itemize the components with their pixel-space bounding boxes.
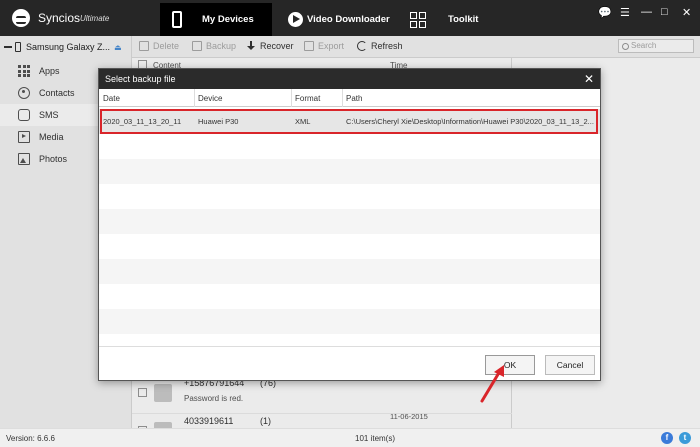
item-count: 101 item(s) [355,434,396,443]
dialog-title: Select backup file [105,74,176,84]
dialog-close-icon[interactable]: ✕ [584,72,594,86]
menu-icon[interactable]: ☰ [620,6,630,19]
tab-my-devices-label: My Devices [202,14,254,25]
select-backup-dialog: Select backup file ✕ Date Device Format … [98,68,601,381]
table-row-empty [99,234,600,259]
maximize-icon[interactable]: □ [661,6,668,18]
app-edition: Ultimate [80,14,110,23]
selection-highlight-box [100,109,598,134]
toolkit-grid-icon [410,11,426,28]
table-row-empty [99,184,600,209]
date-column-header[interactable]: Date [103,94,120,103]
phone-icon [172,11,182,28]
cancel-button[interactable]: Cancel [545,355,595,375]
table-row-empty [99,334,600,347]
tab-toolkit[interactable]: Toolkit [402,3,514,36]
table-row-empty [99,209,600,234]
path-column-header[interactable]: Path [346,94,362,103]
window-close-icon[interactable]: ✕ [682,6,691,19]
syncios-logo-icon [12,9,30,27]
table-row-empty [99,284,600,309]
tab-my-devices[interactable]: My Devices [160,3,272,36]
table-row-empty [99,134,600,159]
version-label: Version: 6.6.6 [6,434,55,443]
title-bar: Syncios Ultimate My Devices Video Downlo… [0,0,700,36]
status-bar: Version: 6.6.6 101 item(s) f t [0,428,700,447]
tab-toolkit-label: Toolkit [448,14,479,25]
table-row-empty [99,159,600,184]
device-column-header[interactable]: Device [198,94,222,103]
twitter-icon[interactable]: t [679,432,691,444]
play-icon [288,12,303,27]
app-name: Syncios [38,11,81,25]
table-row-empty [99,309,600,334]
format-column-header[interactable]: Format [295,94,320,103]
annotation-arrow-icon [480,365,504,403]
dialog-title-bar: Select backup file ✕ [99,69,600,89]
facebook-icon[interactable]: f [661,432,673,444]
minimize-icon[interactable]: — [641,6,652,18]
table-row-empty [99,259,600,284]
feedback-icon[interactable]: 💬 [598,6,612,19]
tab-video-downloader-label: Video Downloader [307,14,390,25]
tab-video-downloader[interactable]: Video Downloader [282,3,394,36]
backup-table-header: Date Device Format Path [99,89,600,107]
